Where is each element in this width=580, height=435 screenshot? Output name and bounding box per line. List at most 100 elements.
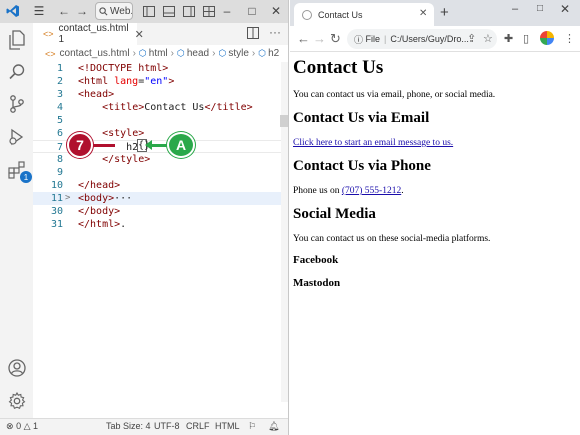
line-number: 5 [56, 115, 63, 126]
share-icon[interactable]: ⇪ [467, 32, 476, 45]
step-callout: 7 [67, 132, 93, 158]
new-tab-plus-icon[interactable]: + [440, 4, 449, 21]
line-number: 30 [50, 206, 63, 217]
code-token: </head> [78, 180, 121, 191]
code-token: <html [78, 76, 115, 87]
eol-status[interactable]: CRLF [186, 421, 210, 431]
search-icon[interactable] [6, 61, 28, 83]
maximize-icon[interactable]: □ [537, 3, 543, 14]
warning-count: 1 [33, 421, 39, 431]
profile-avatar-icon[interactable] [540, 31, 554, 45]
more-actions-icon[interactable]: ··· [269, 25, 281, 39]
source-control-icon[interactable] [6, 93, 28, 115]
extensions-puzzle-icon[interactable]: ✚ [504, 32, 513, 45]
tab-close-icon[interactable]: ✕ [135, 28, 144, 41]
account-icon[interactable] [6, 357, 28, 379]
editor-tab[interactable]: <> contact_us.html 1 ✕ [33, 23, 144, 45]
code-token: "en" [144, 76, 169, 87]
tab-size-status[interactable]: Tab Size: 4 [106, 421, 151, 431]
browser-tab[interactable]: Contact Us ✕ [294, 3, 434, 26]
phone-prefix: Phone us on [293, 186, 342, 196]
back-arrow-icon[interactable]: ← [297, 31, 310, 46]
reload-icon[interactable]: ↻ [330, 31, 341, 47]
maximize-icon[interactable]: □ [244, 3, 260, 19]
page-title: Contact Us [293, 57, 384, 78]
run-debug-icon[interactable] [6, 126, 28, 148]
language-status[interactable]: HTML [215, 421, 240, 431]
editor-scrollbar[interactable] [281, 62, 288, 402]
minimize-icon[interactable]: – [219, 3, 235, 19]
command-center-search[interactable]: Web... [95, 2, 133, 20]
fold-chevron-icon[interactable]: > [65, 192, 75, 205]
html-file-icon: <> [43, 29, 54, 39]
minimize-icon[interactable]: – [512, 3, 518, 15]
explorer-icon[interactable] [6, 29, 28, 51]
element-icon: ⬡ [258, 48, 267, 58]
hamburger-menu-icon[interactable]: ☰ [31, 3, 47, 19]
intro-text: You can contact us via email, phone, or … [293, 90, 496, 100]
breadcrumb-style[interactable]: style [228, 48, 249, 59]
scrollbar-thumb[interactable] [280, 115, 288, 127]
line-number: 11 [50, 193, 63, 204]
bookmark-star-icon[interactable]: ☆ [483, 32, 493, 45]
side-panel-icon[interactable]: ▯ [523, 32, 529, 45]
problems-status[interactable]: ⊗ 0 △ 1 [6, 421, 38, 432]
code-text: <head> [78, 88, 114, 101]
browser-window: Contact Us ✕ + – □ ✕ ← → ↻ ⓘ File | C:/U… [290, 0, 580, 435]
kebab-menu-icon[interactable]: ⋮ [564, 32, 575, 45]
split-editor-icon[interactable] [247, 27, 259, 42]
code-token: </style> [102, 154, 151, 165]
code-line[interactable]: 10 </head> [33, 179, 281, 192]
encoding-status[interactable]: UTF-8 [154, 421, 180, 431]
mastodon-heading: Mastodon [293, 277, 341, 289]
breadcrumb-file[interactable]: contact_us.html [60, 48, 130, 59]
search-label: Web... [110, 5, 133, 17]
code-line[interactable]: 3 <head> [33, 88, 281, 101]
settings-gear-icon[interactable] [6, 390, 28, 412]
chevron-right-icon: › [170, 48, 175, 59]
forward-arrow-icon[interactable]: → [74, 3, 90, 19]
toggle-secondary-sidebar-icon[interactable] [181, 3, 197, 19]
address-separator: | [384, 34, 387, 44]
code-editor[interactable]: 1 <!DOCTYPE html> 2 <html lang="en"> 3 <head>… [33, 62, 281, 402]
close-icon[interactable]: ✕ [560, 2, 570, 16]
back-arrow-icon[interactable]: ← [56, 3, 72, 19]
editor-tab-bar: <> contact_us.html 1 ✕ ··· [33, 23, 288, 45]
activity-bar: 1 [0, 23, 33, 418]
code-line[interactable]: 8 </style> [33, 153, 281, 166]
marker-callout: A [167, 132, 195, 158]
code-token: <style> [102, 128, 145, 139]
phone-link[interactable]: (707) 555-1212 [342, 186, 401, 196]
code-line[interactable]: 4 <title>Contact Us</title> [33, 101, 281, 114]
code-line[interactable]: 5 [33, 114, 281, 127]
code-line[interactable]: 2 <html lang="en"> [33, 75, 281, 88]
close-icon[interactable]: ✕ [268, 3, 284, 19]
code-line[interactable]: 30 </body> [33, 205, 281, 218]
info-icon: ⓘ [354, 34, 364, 45]
phone-heading: Contact Us via Phone [293, 158, 431, 174]
notifications-bell-icon[interactable]: 🔔︎ [268, 421, 279, 432]
breadcrumb-h2[interactable]: h2 [268, 48, 279, 59]
email-link[interactable]: Click here to start an email message to … [293, 138, 453, 148]
close-icon[interactable]: ✕ [419, 8, 427, 19]
code-line[interactable]: 9 [33, 166, 281, 179]
feedback-icon[interactable]: ⚐ [248, 421, 256, 432]
code-token: </body> [78, 206, 121, 217]
line-number: 4 [56, 102, 63, 113]
toggle-panel-icon[interactable] [161, 3, 177, 19]
code-line[interactable]: 31 </html>. [33, 218, 281, 231]
code-text: </style> [78, 153, 150, 166]
line-number: 2 [56, 76, 63, 87]
forward-arrow-icon[interactable]: → [313, 31, 326, 46]
breadcrumb-head[interactable]: head [187, 48, 209, 59]
breadcrumb-html[interactable]: html [149, 48, 168, 59]
page-content: Contact Us You can contact us via email,… [290, 52, 580, 435]
line-number: 3 [56, 89, 63, 100]
code-text: <html lang="en"> [78, 75, 174, 88]
code-line[interactable]: 11 > <body>··· [33, 192, 281, 205]
customize-layout-icon[interactable] [201, 3, 217, 19]
element-icon: ⬡ [138, 48, 147, 58]
toggle-primary-sidebar-icon[interactable] [141, 3, 157, 19]
extensions-icon[interactable]: 1 [6, 159, 32, 183]
code-line[interactable]: 1 <!DOCTYPE html> [33, 62, 281, 75]
